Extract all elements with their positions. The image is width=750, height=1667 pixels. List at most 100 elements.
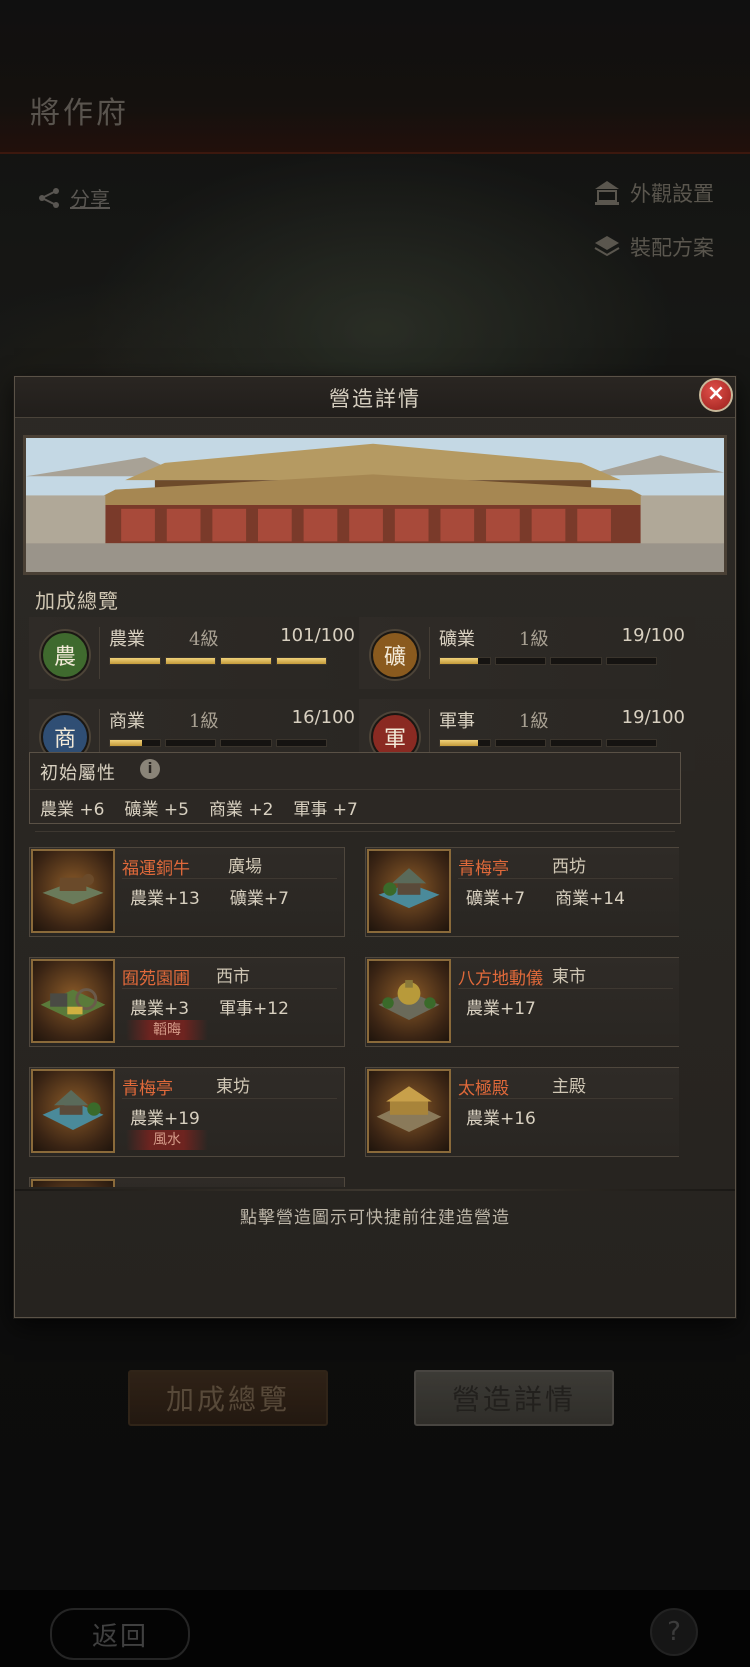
stat-name: 商業 [109,711,145,732]
stat-name: 礦業 [439,629,475,650]
progress-segment [605,739,657,747]
building-stat: 農業+3 [130,999,190,1019]
garden-icon[interactable] [31,959,115,1043]
building-card[interactable]: 福運銅牛 廣場 農業+13 礦業+7 [29,847,345,937]
building-card[interactable] [29,1177,345,1187]
divider [15,1189,735,1191]
building-stats: 農業+3 軍事+12 [130,994,289,1019]
progress-fill [221,658,271,664]
initial-attr: 農業 +6 [40,800,105,820]
building-stat: 礦業+7 [229,889,289,909]
modal-title: 營造詳情 [329,387,421,411]
divider [122,1098,337,1099]
building-thumbnail-icon[interactable] [31,1179,115,1187]
divider [30,789,680,790]
stat-progress-bar [439,739,657,747]
palace-illustration [26,438,724,572]
building-card[interactable]: 太極殿 主殿 農業+16 [365,1067,679,1157]
stat-name: 軍事 [439,711,475,732]
seismograph-icon[interactable] [367,959,451,1043]
building-tag: 韜晦 [126,1020,208,1040]
main-hall-icon[interactable] [367,1069,451,1153]
stat-progress-bar [109,657,327,665]
initial-attributes-values: 農業 +6 礦業 +5 商業 +2 軍事 +7 [40,795,358,820]
building-stats: 農業+16 [466,1104,536,1129]
modal-header: 營造詳情 [15,377,735,418]
bronze-ox-icon[interactable] [31,849,115,933]
progress-segment [275,739,327,747]
building-list: 福運銅牛 廣場 農業+13 礦業+7 青梅亭 西坊 礦業+7 商業+14 囿苑園… [29,847,679,1187]
divider [122,988,337,989]
palace-banner-image [23,435,727,575]
stat-progress-bar [109,739,327,747]
stat-level: 4級 [189,629,219,650]
building-stats: 農業+13 礦業+7 [130,884,289,909]
close-icon[interactable]: × [699,378,733,412]
building-stat: 礦業+7 [466,889,526,909]
divider [458,988,673,989]
progress-fill [276,658,326,664]
building-stat: 農業+17 [466,999,536,1019]
building-card[interactable]: 八方地動儀 東市 農業+17 [365,957,679,1047]
pavilion-icon[interactable] [31,1069,115,1153]
progress-segment [550,657,602,665]
building-card[interactable]: 青梅亭 東坊 農業+19 風水 [29,1067,345,1157]
progress-segment [494,657,546,665]
stat-divider [429,627,430,679]
building-stat: 商業+14 [555,889,625,909]
building-stats: 礦業+7 商業+14 [466,884,625,909]
building-stat: 軍事+12 [219,999,289,1019]
initial-attributes-title: 初始屬性 [40,763,116,784]
building-stat: 農業+16 [466,1109,536,1129]
building-stat: 農業+13 [130,889,200,909]
stat-progress: 19/100 [621,625,685,646]
hint-text: 點擊營造圖示可快捷前往建造營造 [240,1208,510,1228]
building-location: 東市 [552,967,586,987]
bonus-overview-title: 加成總覽 [35,589,119,613]
building-location: 西坊 [552,857,586,877]
agriculture-emblem-icon: 農 [41,631,89,679]
building-location: 主殿 [552,1077,586,1097]
initial-attr: 礦業 +5 [124,800,189,820]
building-name: 青梅亭 [122,1079,173,1099]
building-stats: 農業+17 [466,994,536,1019]
info-icon[interactable]: i [140,759,160,779]
progress-fill [110,740,142,746]
progress-fill [440,658,478,664]
stat-divider [99,627,100,679]
progress-segment [494,739,546,747]
divider [458,878,673,879]
stat-level: 1級 [519,629,549,650]
building-tag: 風水 [126,1130,208,1150]
build-details-modal: 營造詳情 × 加成總覽 農 農業 4級 101/100 礦 礦業 1級 19/1… [14,376,736,1318]
building-card[interactable]: 囿苑園圃 西市 農業+3 軍事+12 韜晦 [29,957,345,1047]
stat-card-agriculture: 農 農業 4級 101/100 [29,617,365,689]
progress-segment [109,739,161,747]
progress-fill [165,658,215,664]
building-name: 青梅亭 [458,859,509,879]
building-location: 西市 [216,967,250,987]
stat-progress: 101/100 [280,625,355,646]
initial-attr: 軍事 +7 [293,800,358,820]
building-name: 福運銅牛 [122,859,190,879]
progress-segment [220,739,272,747]
pavilion-icon[interactable] [367,849,451,933]
divider [122,878,337,879]
building-card[interactable]: 青梅亭 西坊 礦業+7 商業+14 [365,847,679,937]
progress-segment [439,739,491,747]
progress-segment [220,657,272,665]
building-stat: 農業+19 [130,1109,200,1129]
progress-segment [164,739,216,747]
building-location: 廣場 [228,857,262,877]
stat-card-mining: 礦 礦業 1級 19/100 [359,617,695,689]
building-stats: 農業+19 [130,1104,200,1129]
stat-level: 1級 [189,711,219,732]
progress-segment [164,657,216,665]
building-name: 太極殿 [458,1079,509,1099]
divider [458,1098,673,1099]
divider [35,831,675,832]
mining-emblem-icon: 礦 [371,631,419,679]
stat-name: 農業 [109,629,145,650]
progress-segment [439,657,491,665]
progress-segment [109,657,161,665]
